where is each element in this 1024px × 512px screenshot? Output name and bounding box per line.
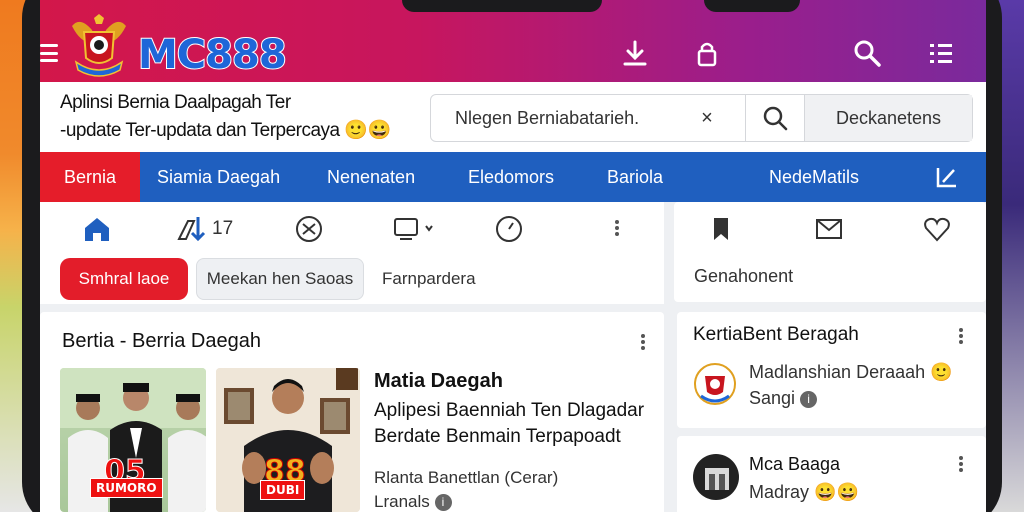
news-photo-1[interactable]: 05 RUMORO [60, 368, 206, 512]
counter-value: 17 [212, 218, 234, 239]
menu-icon[interactable] [40, 44, 58, 62]
nav-item-siamia[interactable]: Siamia Daegah [157, 167, 280, 188]
tagline-line-2-text: -update Ter-updata dan Terpercaya [60, 120, 340, 141]
nav-item-eledomors[interactable]: Eledomors [468, 167, 554, 188]
bookmark-icon[interactable] [706, 214, 736, 244]
article-meta-text: Lranals [374, 492, 430, 511]
nav-item-nenenaten[interactable]: Nenenaten [327, 167, 415, 188]
side-card-2: Mca Baaga Madray 😀😀 [677, 436, 986, 512]
search-button[interactable]: Deckanetens [804, 95, 972, 141]
side-card-1-line-1: Madlanshian Deraaah 🙂 [749, 362, 953, 383]
toolbar: 17 Smhral laoe Meekan hen Saoas Farnpard… [40, 202, 664, 304]
side-tools-label: Genahonent [694, 266, 794, 286]
side-card-2-line-2: Madray 😀😀 [749, 482, 859, 503]
lock-icon[interactable] [692, 38, 722, 68]
news-card: Bertia - Berria Daegah 05 RUMORO 88 DUBI… [40, 312, 664, 512]
emoji-icon: 🙂 [930, 362, 953, 382]
sub-header: Aplinsi Bernia Daalpagah Ter -update Ter… [40, 82, 986, 152]
clear-icon[interactable]: × [687, 107, 727, 130]
mail-icon[interactable] [814, 214, 844, 244]
photo-2-badge: DUBI [260, 480, 306, 500]
shuffle-icon[interactable] [294, 214, 324, 244]
nav-item-nedematils[interactable]: NedeMatils [769, 167, 859, 188]
side-card-1-line-1-text: Madlanshian Deraaah [749, 362, 926, 382]
nav-item-bariola[interactable]: Bariola [607, 167, 663, 188]
side-card-1: KertiaBent Beragah Madlanshian Deraaah 🙂… [677, 312, 986, 428]
category-nav: Bernia Siamia Daegah Nenenaten Eledomors… [40, 152, 986, 202]
emoji-icon: 🙂😀 [344, 120, 391, 141]
app-screen: MC888 Aplinsi Bernia Daalpagah Ter -upda… [40, 0, 986, 512]
phone-notch-right [704, 0, 800, 12]
article-source: Rlanta Banettlan (Cerar) [374, 468, 559, 487]
top-bar: MC888 [40, 0, 986, 82]
home-icon[interactable] [82, 214, 112, 244]
tagline-line-2: -update Ter-updata dan Terpercaya 🙂😀 [60, 118, 391, 142]
heart-icon[interactable] [922, 214, 952, 244]
list-icon[interactable] [926, 38, 956, 68]
emoji-icon: 😀😀 [814, 482, 859, 502]
side-card-2-more-icon[interactable] [959, 456, 963, 472]
side-card-1-more-icon[interactable] [959, 328, 963, 344]
side-card-1-avatar [693, 362, 737, 406]
filter-chips: Smhral laoe Meekan hen Saoas Farnpardera [60, 258, 476, 300]
side-card-2-line-2-text: Madray [749, 482, 810, 502]
info-icon[interactable]: i [434, 494, 452, 512]
phone-notch [402, 0, 602, 12]
chip-plain[interactable]: Farnpardera [382, 269, 476, 289]
side-card-1-title: KertiaBent Beragah [693, 324, 859, 345]
card-more-icon[interactable] [641, 334, 645, 350]
search-input[interactable]: Nlegen Berniabatarieh. [455, 108, 687, 129]
edit-icon[interactable] [934, 164, 960, 190]
tagline-line-1: Aplinsi Bernia Daalpagah Ter [60, 92, 291, 113]
info-icon[interactable]: i [800, 390, 818, 408]
search-submit-icon[interactable] [746, 105, 804, 131]
cast-icon[interactable] [392, 214, 436, 244]
side-card-1-line-2: Sangi i [749, 388, 818, 409]
emblem-logo [66, 12, 132, 80]
side-card-2-avatar [693, 454, 739, 500]
article-line-2: Berdate Benmain Terpapoadt [374, 426, 621, 447]
photo-1-badge: RUMORO [90, 478, 163, 498]
article-meta: Lranals i [374, 492, 452, 512]
nav-item-bernia[interactable]: Bernia [40, 152, 140, 202]
timer-icon[interactable] [494, 214, 524, 244]
side-card-2-line-1: Mca Baaga [749, 454, 841, 474]
news-photo-2[interactable]: 88 DUBI [216, 368, 360, 512]
article-title[interactable]: Matia Daegah [374, 370, 503, 393]
search-icon[interactable] [852, 38, 882, 68]
more-icon[interactable] [615, 220, 619, 236]
chip-active[interactable]: Smhral laoe [60, 258, 188, 300]
article-line-1: Aplipesi Baenniah Ten Dlagadar [374, 400, 645, 421]
search-bar: Nlegen Berniabatarieh. × Deckanetens [430, 94, 973, 142]
chip-secondary[interactable]: Meekan hen Saoas [196, 258, 364, 300]
counter-icon[interactable]: 17 [176, 214, 246, 244]
brand-name: MC888 [137, 31, 288, 79]
side-card-1-line-2-text: Sangi [749, 388, 796, 408]
card-title: Bertia - Berria Daegah [62, 330, 261, 352]
download-icon[interactable] [620, 38, 650, 68]
side-tools: Genahonent [674, 202, 986, 302]
